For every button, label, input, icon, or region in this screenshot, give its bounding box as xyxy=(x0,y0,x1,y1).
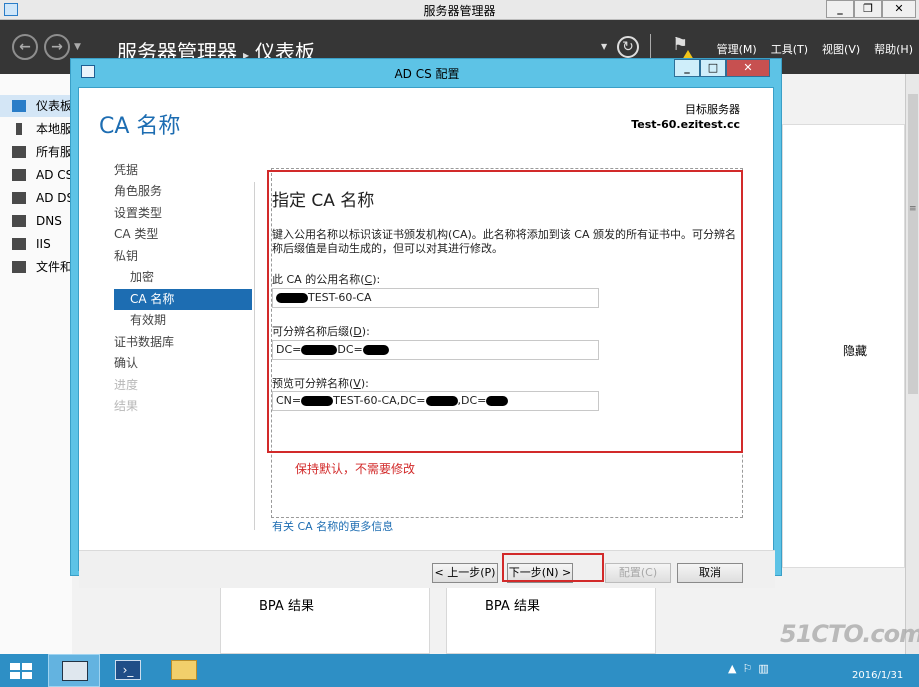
server-manager-icon xyxy=(62,661,88,681)
window-title: 服务器管理器 xyxy=(423,4,496,18)
step-role-services[interactable]: 角色服务 xyxy=(114,181,162,202)
sidebar-item-all-servers[interactable]: 所有服 xyxy=(0,141,72,163)
sidebar-item-local-server[interactable]: 本地服 xyxy=(0,118,72,140)
minimize-button[interactable]: _ xyxy=(826,0,854,18)
configure-button: 配置(C) xyxy=(605,563,671,583)
history-dropdown-icon[interactable]: ▼ xyxy=(74,42,81,52)
restore-button[interactable]: ❐ xyxy=(854,0,882,18)
breadcrumb-dropdown-icon[interactable]: ▼ xyxy=(601,42,607,51)
refresh-icon[interactable]: ↻ xyxy=(617,36,639,58)
powershell-icon: ›_ xyxy=(115,660,141,680)
dialog-maximize-button[interactable]: □ xyxy=(700,59,726,77)
step-credentials[interactable]: 凭据 xyxy=(114,160,138,181)
annotation-note: 保持默认，不需要修改 xyxy=(295,462,416,476)
header-divider xyxy=(650,34,651,58)
cancel-button[interactable]: 取消 xyxy=(677,563,743,583)
taskbar: ›_ ▲ ⚐ ▥ 2016/1/31 xyxy=(0,654,919,687)
taskbar-server-manager[interactable] xyxy=(48,654,100,687)
sidebar-item-iis[interactable]: IIS xyxy=(0,233,72,255)
step-ca-name[interactable]: CA 名称 xyxy=(114,289,252,310)
steps-divider xyxy=(254,182,255,530)
sidebar: 仪表板 本地服 所有服 AD CS AD DS DNS IIS 文件和 xyxy=(0,74,72,654)
annotation-highlight-box xyxy=(267,170,743,453)
watermark: 51CTO.com xyxy=(780,620,919,648)
taskbar-file-explorer[interactable] xyxy=(158,654,210,687)
dns-icon xyxy=(12,215,26,227)
step-cryptography[interactable]: 加密 xyxy=(114,267,154,288)
sidebar-item-dashboard[interactable]: 仪表板 xyxy=(0,95,72,117)
server-manager-titlebar: 服务器管理器 _ ❐ ✕ xyxy=(0,0,919,20)
folder-icon xyxy=(171,660,197,680)
back-icon[interactable]: ← xyxy=(12,34,38,60)
dialog-minimize-button[interactable]: _ xyxy=(674,59,700,77)
card-bpa-link[interactable]: BPA 结果 xyxy=(485,595,540,614)
sidebar-item-adcs[interactable]: AD CS xyxy=(0,164,72,186)
target-server-label: 目标服务器 xyxy=(685,103,740,116)
adcs-icon xyxy=(12,169,26,181)
step-results: 结果 xyxy=(114,399,139,413)
taskbar-powershell[interactable]: ›_ xyxy=(102,654,154,687)
server-icon xyxy=(16,123,22,135)
sidebar-item-dns[interactable]: DNS xyxy=(0,210,72,232)
card-bpa-link[interactable]: BPA 结果 xyxy=(259,595,314,614)
more-info-link[interactable]: 有关 CA 名称的更多信息 xyxy=(272,518,393,534)
file-services-icon xyxy=(12,261,26,273)
windows-logo-icon xyxy=(10,663,32,679)
menu-tools[interactable]: 工具(T) xyxy=(771,43,808,56)
step-progress: 进度 xyxy=(114,378,139,392)
dialog-body: CA 名称 目标服务器 Test-60.ezitest.cc 凭据 角色服务 设… xyxy=(78,87,775,588)
tray-up-arrow-icon[interactable]: ▲ xyxy=(728,662,736,675)
start-button[interactable] xyxy=(0,654,52,687)
sidebar-item-adds[interactable]: AD DS xyxy=(0,187,72,209)
dialog-close-button[interactable]: ✕ xyxy=(726,59,770,77)
menu-help[interactable]: 帮助(H) xyxy=(874,43,913,56)
annotation-highlight-box xyxy=(502,553,604,582)
clock-date[interactable]: 2016/1/31 xyxy=(852,670,903,681)
menu-view[interactable]: 视图(V) xyxy=(822,43,860,56)
target-server-value: Test-60.ezitest.cc xyxy=(631,118,740,131)
step-certificate-database[interactable]: 证书数据库 xyxy=(114,332,174,353)
scroll-grip-icon: ≡ xyxy=(909,204,917,214)
step-confirmation[interactable]: 确认 xyxy=(114,353,138,374)
step-setup-type[interactable]: 设置类型 xyxy=(114,203,162,224)
servers-icon xyxy=(12,146,26,158)
adcs-config-dialog: AD CS 配置 _ □ ✕ CA 名称 目标服务器 Test-60.ezite… xyxy=(70,58,782,588)
wizard-button-bar: < 上一步(P) 下一步(N) > 配置(C) 取消 xyxy=(79,550,775,588)
sidebar-item-file-services[interactable]: 文件和 xyxy=(0,256,72,278)
page-title: CA 名称 xyxy=(99,114,181,139)
tray-flag-icon[interactable]: ⚐ xyxy=(742,662,752,675)
step-validity-period[interactable]: 有效期 xyxy=(114,310,166,331)
system-tray: ▲ ⚐ ▥ xyxy=(728,662,775,675)
vertical-scrollbar[interactable]: ≡ xyxy=(905,74,919,654)
menu-manage[interactable]: 管理(M) xyxy=(717,43,757,56)
adds-icon xyxy=(12,192,26,204)
previous-button[interactable]: < 上一步(P) xyxy=(432,563,498,583)
close-button[interactable]: ✕ xyxy=(882,0,916,18)
header-menus: 管理(M) 工具(T) 视图(V) 帮助(H) xyxy=(703,41,913,57)
step-ca-type[interactable]: CA 类型 xyxy=(114,224,158,245)
scrollbar-thumb[interactable] xyxy=(908,94,918,394)
iis-icon xyxy=(12,238,26,250)
dashboard-icon xyxy=(12,100,26,112)
forward-icon[interactable]: → xyxy=(44,34,70,60)
step-private-key[interactable]: 私钥 xyxy=(114,246,138,267)
tray-network-icon[interactable]: ▥ xyxy=(758,662,768,675)
hide-link[interactable]: 隐藏 xyxy=(843,342,867,359)
